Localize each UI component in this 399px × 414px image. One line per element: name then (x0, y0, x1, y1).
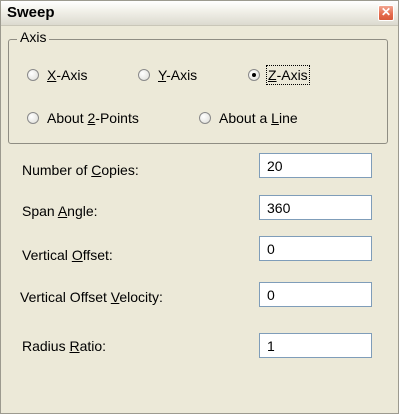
radio-about-a-line-indicator[interactable] (199, 112, 211, 124)
number-of-copies-label: Number of Copies: (22, 162, 139, 178)
vertical-offset-velocity-input[interactable] (259, 282, 372, 307)
radio-about-2-points[interactable]: About 2-Points (27, 109, 139, 127)
radio-about-a-line-label: About a Line (219, 110, 298, 126)
radio-about-2-points-label: About 2-Points (47, 110, 139, 126)
radio-y-axis[interactable]: Y-Axis (138, 66, 197, 84)
radio-z-axis-indicator[interactable] (248, 69, 260, 81)
radius-ratio-label: Radius Ratio: (22, 338, 107, 354)
axis-group-label: Axis (17, 29, 50, 45)
title-bar[interactable]: Sweep ✕ (1, 1, 398, 26)
radio-y-axis-indicator[interactable] (138, 69, 150, 81)
window-title: Sweep (7, 4, 55, 21)
span-angle-input[interactable] (259, 195, 372, 220)
close-icon: ✕ (380, 5, 392, 19)
number-of-copies-input[interactable] (259, 153, 372, 178)
vertical-offset-input[interactable] (259, 236, 372, 261)
axis-groupbox (8, 39, 388, 144)
close-button[interactable]: ✕ (378, 5, 394, 21)
radio-about-a-line[interactable]: About a Line (199, 109, 298, 127)
radio-y-axis-label: Y-Axis (158, 67, 198, 83)
radio-x-axis[interactable]: X-Axis (27, 66, 87, 84)
span-angle-label: Span Angle: (22, 203, 98, 219)
vertical-offset-label: Vertical Offset: (22, 247, 113, 263)
vertical-offset-velocity-label: Vertical Offset Velocity: (20, 289, 163, 305)
radius-ratio-input[interactable] (259, 333, 372, 358)
radio-about-2-points-indicator[interactable] (27, 112, 39, 124)
radio-x-axis-indicator[interactable] (27, 69, 39, 81)
radio-x-axis-label: X-Axis (47, 67, 88, 83)
radio-z-axis[interactable]: Z-Axis (248, 65, 310, 85)
radio-z-axis-label: Z-Axis (266, 65, 310, 85)
